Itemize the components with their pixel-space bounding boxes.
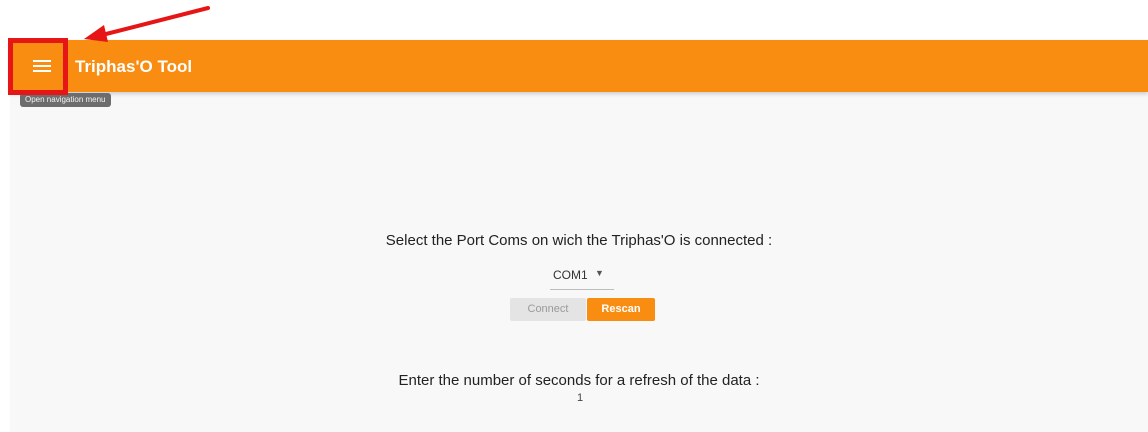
rescan-button[interactable]: Rescan: [587, 298, 655, 321]
menu-icon: [33, 60, 51, 72]
menu-button[interactable]: [16, 44, 68, 88]
app-window: Triphas'O Tool Open navigation menu Sele…: [10, 40, 1148, 432]
port-select[interactable]: COM1 ▼: [550, 265, 614, 290]
connect-button[interactable]: Connect: [510, 298, 586, 321]
refresh-prompt: Enter the number of seconds for a refres…: [398, 372, 760, 389]
navigation-tooltip: Open navigation menu: [20, 93, 111, 107]
port-select-value: COM1: [553, 268, 588, 282]
app-title: Triphas'O Tool: [75, 57, 193, 76]
refresh-seconds-input[interactable]: [530, 390, 630, 406]
annotation-arrow: [84, 6, 210, 42]
port-select-prompt: Select the Port Coms on wich the Triphas…: [385, 232, 773, 249]
caret-down-icon: ▼: [595, 268, 604, 278]
app-toolbar: Triphas'O Tool: [10, 40, 1148, 92]
